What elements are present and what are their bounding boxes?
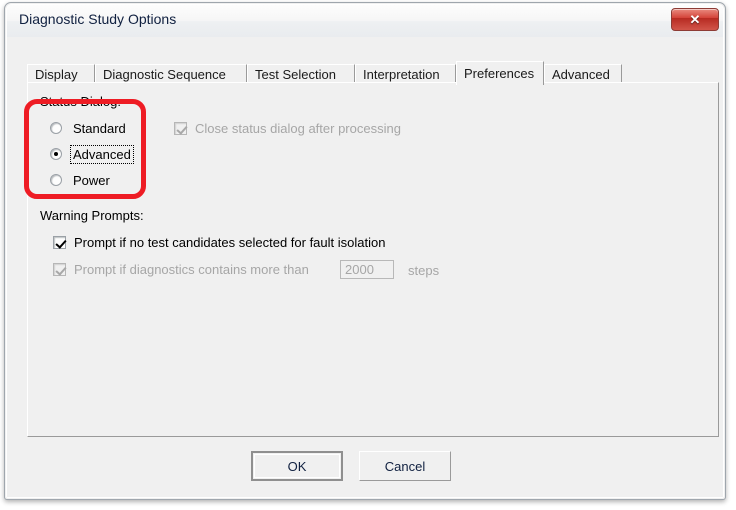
checkbox-close-status-dialog: Close status dialog after processing	[174, 119, 401, 137]
tab-strip: Display Diagnostic Sequence Test Selecti…	[27, 61, 717, 85]
ok-button-label: OK	[287, 458, 307, 474]
tab-label: Display	[35, 66, 78, 82]
tab-preferences[interactable]: Preferences	[456, 61, 544, 85]
radio-label: Standard	[73, 120, 126, 136]
tab-advanced[interactable]: Advanced	[544, 64, 622, 83]
cancel-button-label: Cancel	[384, 458, 426, 474]
max-steps-unit-label: steps	[408, 263, 440, 278]
ok-button[interactable]: OK	[251, 451, 343, 481]
checkbox-label: Prompt if diagnostics contains more than	[74, 261, 309, 277]
radio-label: Advanced	[70, 144, 134, 164]
checkbox-label: Close status dialog after processing	[195, 120, 401, 136]
checkbox-icon	[53, 262, 66, 276]
tab-interpretation[interactable]: Interpretation	[355, 64, 456, 83]
radio-advanced[interactable]: Advanced	[50, 144, 134, 164]
tab-display[interactable]: Display	[27, 64, 95, 83]
window-title: Diagnostic Study Options	[19, 11, 177, 27]
checkbox-icon	[53, 235, 66, 249]
radio-label: Power	[73, 172, 110, 188]
dialog-client-area: Display Diagnostic Sequence Test Selecti…	[7, 37, 723, 497]
max-steps-input[interactable]: 2000	[340, 260, 394, 279]
checkbox-label: Prompt if no test candidates selected fo…	[74, 234, 386, 250]
close-icon: ✕	[689, 11, 701, 27]
cancel-button[interactable]: Cancel	[359, 451, 451, 481]
checkbox-prompt-max-steps: Prompt if diagnostics contains more than	[53, 260, 309, 278]
title-bar: Diagnostic Study Options ✕	[7, 5, 723, 37]
radio-standard[interactable]: Standard	[50, 119, 128, 137]
radio-button-icon	[50, 148, 62, 160]
tab-diagnostic-sequence[interactable]: Diagnostic Sequence	[95, 64, 247, 83]
preferences-panel: Status Dialog: Standard Advanced Power C…	[27, 82, 719, 437]
tab-label: Interpretation	[363, 66, 440, 82]
status-dialog-group-label: Status Dialog:	[40, 94, 121, 109]
checkbox-prompt-no-candidates[interactable]: Prompt if no test candidates selected fo…	[53, 233, 385, 251]
radio-button-icon	[50, 122, 62, 134]
tab-label: Test Selection	[255, 66, 336, 82]
tab-label: Advanced	[552, 66, 610, 82]
radio-button-icon	[50, 174, 62, 186]
radio-power[interactable]: Power	[50, 171, 112, 189]
tab-test-selection[interactable]: Test Selection	[247, 64, 355, 83]
tab-label: Diagnostic Sequence	[103, 66, 226, 82]
tab-label: Preferences	[464, 66, 535, 81]
warning-prompts-group-label: Warning Prompts:	[40, 208, 144, 223]
close-button[interactable]: ✕	[671, 8, 719, 31]
dialog-window: Diagnostic Study Options ✕ Display Diagn…	[4, 2, 726, 500]
checkbox-icon	[174, 121, 187, 135]
